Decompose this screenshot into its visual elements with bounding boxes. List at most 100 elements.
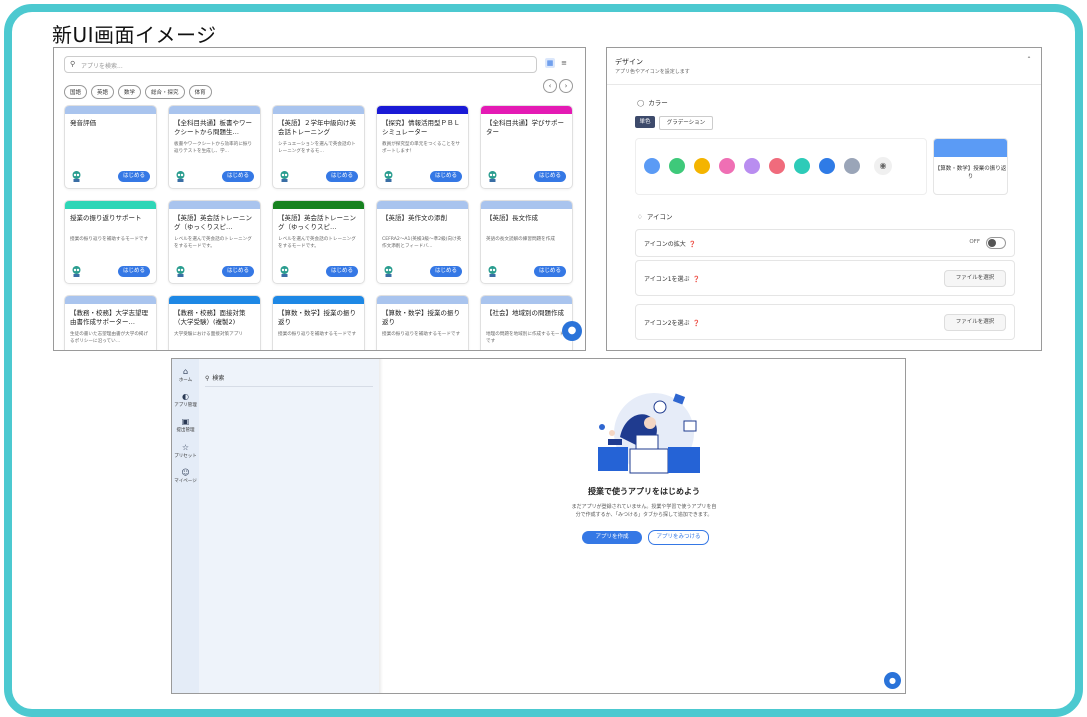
card-description: 教員が探究型の単元をつくることをサポートします！ — [382, 142, 461, 154]
card-color-bar — [377, 201, 468, 209]
search-input[interactable]: ⚲ アプリを検索... — [64, 56, 537, 73]
card-title: 【英語】英作文の添削 — [382, 214, 447, 222]
swatch-yellow[interactable] — [694, 158, 710, 174]
collapse-icon[interactable]: ˆ — [1027, 56, 1031, 65]
nav-home[interactable]: ⌂ ホーム — [172, 367, 199, 383]
find-app-button[interactable]: アプリをみつける — [648, 530, 709, 545]
robot-icon — [176, 171, 185, 182]
card-color-bar — [65, 201, 156, 209]
nav-preset[interactable]: ☆ プリセット — [172, 443, 199, 459]
app-list-screenshot: ⚲ アプリを検索... ▦ ≡ 国語 英語 数学 総合・探究 体育 ‹ › 発音評価はじ… — [53, 47, 586, 351]
prev-arrow-icon[interactable]: ‹ — [543, 79, 557, 93]
tab-single-color[interactable]: 単色 — [635, 116, 655, 128]
start-button[interactable]: はじめる — [118, 266, 150, 277]
swatch-green[interactable] — [669, 158, 685, 174]
app-card[interactable]: 【教務・校務】大学志望理由書作成サポーター… 生徒の書いた志望理由書が大学の掲げる… — [64, 295, 157, 350]
start-button[interactable]: はじめる — [534, 171, 566, 182]
icon2-file-button[interactable]: ファイルを選択 — [944, 314, 1006, 331]
chat-fab-icon[interactable]: ● — [884, 672, 901, 689]
panel-shadow — [379, 359, 383, 693]
chip-japanese[interactable]: 国語 — [64, 85, 88, 99]
color-swatch-panel: ◉ — [635, 138, 927, 195]
swatch-blue[interactable] — [644, 158, 660, 174]
card-description: シチュエーションを選んで英会話のトレーニングをするモ… — [278, 142, 356, 154]
card-title: 発音評価 — [70, 119, 96, 127]
icon1-file-button[interactable]: ファイルを選択 — [944, 270, 1006, 287]
tab-gradient[interactable]: グラデーション — [659, 116, 713, 130]
start-button[interactable]: はじめる — [118, 171, 150, 182]
card-description: 授業の振り返りを補助するモードです — [382, 332, 461, 337]
side-nav: ⌂ ホーム ◐ アプリ管理 ▣ 提出管理 ☆ プリセット ☺ マイページ — [172, 359, 199, 693]
grid-view-icon[interactable]: ▦ — [545, 58, 555, 68]
start-button[interactable]: はじめる — [430, 171, 462, 182]
icon1-row: アイコン1を選ぶ ❓ ファイルを選択 — [635, 260, 1015, 296]
nav-submission[interactable]: ▣ 提出管理 — [172, 417, 199, 433]
chat-fab-icon[interactable]: ● — [562, 321, 582, 341]
start-button[interactable]: はじめる — [430, 266, 462, 277]
app-card[interactable]: 【算数・数学】授業の振り返り授業の振り返りを補助するモードです — [376, 295, 469, 350]
swatch-dark-blue[interactable] — [819, 158, 835, 174]
card-color-bar — [273, 201, 364, 209]
app-card[interactable]: 【教務・校務】面接対策（大学受験）(複製2) 大学受験における面接対策アプリ — [168, 295, 261, 350]
icon2-row: アイコン2を選ぶ ❓ ファイルを選択 — [635, 304, 1015, 340]
app-card[interactable]: 【社会】地域別の問題作成地理の問題を地域別に作成するモードです — [480, 295, 573, 350]
color-preview-card: 【算数・数学】授業の振り返り — [933, 138, 1008, 195]
chip-english[interactable]: 英語 — [91, 85, 115, 99]
start-button[interactable]: はじめる — [326, 266, 358, 277]
card-title: 【算数・数学】授業の振り返り — [382, 309, 460, 326]
card-description: 授業の振り返りを補助するモードです — [70, 237, 149, 242]
design-settings-screenshot: デザイン アプリ色やアイコンを設定します ˆ ◯ カラー 単色 グラデーション ◉… — [606, 47, 1042, 351]
mypage-icon: ☺ — [181, 468, 190, 477]
list-view-icon[interactable]: ≡ — [559, 58, 569, 68]
app-card[interactable]: 【全科目共通】学びサポーター はじめる — [480, 105, 573, 189]
swatch-purple[interactable] — [744, 158, 760, 174]
swatch-red[interactable] — [769, 158, 785, 174]
icon-zoom-toggle[interactable] — [986, 237, 1006, 249]
panel-search[interactable]: ⚲ 検索 — [205, 373, 224, 382]
card-title: 【社会】地域別の問題作成 — [486, 309, 564, 317]
card-title: 【探究】情報活用型ＰＢＬシミュレーター — [382, 119, 460, 136]
card-description: 生徒の書いた志望理由書が大学の掲げるポリシーに沿ってい… — [70, 332, 149, 344]
card-color-bar — [169, 296, 260, 304]
app-card[interactable]: 【算数・数学】授業の振り返り 授業の振り返りを補助するモードです — [272, 295, 365, 350]
card-color-bar — [377, 106, 468, 114]
swatch-pink[interactable] — [719, 158, 735, 174]
divider — [607, 84, 1041, 85]
search-panel: ⚲ 検索 — [199, 359, 379, 693]
custom-color-icon[interactable]: ◉ — [874, 157, 892, 175]
app-card[interactable]: 授業の振り返りサポート 授業の振り返りを補助するモードです はじめる — [64, 200, 157, 284]
next-arrow-icon[interactable]: › — [559, 79, 573, 93]
card-description: 地理の問題を地域別に作成するモードです — [486, 332, 565, 344]
app-card[interactable]: 【英語】英会話トレーニング（ゆっくりスピ… レベルを選んで英会話のトレーニングをす… — [272, 200, 365, 284]
robot-icon — [72, 171, 81, 182]
app-card[interactable]: 【探究】情報活用型ＰＢＬシミュレーター教員が探究型の単元をつくることをサポートし… — [376, 105, 469, 189]
empty-state-illustration — [598, 393, 700, 474]
chip-math[interactable]: 数学 — [118, 85, 142, 99]
start-button[interactable]: はじめる — [534, 266, 566, 277]
app-card[interactable]: 【英語】長文作成 英語の長文読解の練習問題を作成 はじめる — [480, 200, 573, 284]
card-color-bar — [169, 201, 260, 209]
chip-pe[interactable]: 体育 — [188, 85, 212, 99]
preset-icon: ☆ — [181, 443, 190, 452]
swatch-gray[interactable] — [844, 158, 860, 174]
nav-mypage[interactable]: ☺ マイページ — [172, 468, 199, 484]
start-button[interactable]: はじめる — [326, 171, 358, 182]
card-description: 授業の振り返りを補助するモードです — [278, 332, 357, 337]
empty-description: まだアプリが登録されていません。授業や学習で使うアプリを自 分で作成するか、「み… — [571, 504, 717, 518]
swatch-teal[interactable] — [794, 158, 810, 174]
card-description: レベルを選んで英会話のトレーニングをするモードです。 — [278, 237, 356, 249]
create-app-button[interactable]: アプリを作成 — [582, 531, 642, 544]
home-empty-screenshot: ⌂ ホーム ◐ アプリ管理 ▣ 提出管理 ☆ プリセット ☺ マイページ ⚲ 検索 授業で使… — [171, 358, 906, 694]
chip-inquiry[interactable]: 総合・探究 — [145, 85, 185, 99]
app-card[interactable]: 【英語】英作文の添削 CEFRA2〜A1(英検3級〜準2級)向け英作文添削とフィー… — [376, 200, 469, 284]
nav-app-manage[interactable]: ◐ アプリ管理 — [172, 392, 199, 408]
app-card[interactable]: 【英語】２学年中級向け英会話トレーニング シチュエーションを選んで英会話のトレーニ… — [272, 105, 365, 189]
app-card[interactable]: 【全科目共通】板書やワークシートから問題生… 板書やワークシートから効率的に振り返… — [168, 105, 261, 189]
robot-icon — [384, 171, 393, 182]
card-description: CEFRA2〜A1(英検3級〜準2級)向け英作文添削とフィードバ… — [382, 237, 462, 249]
start-button[interactable]: はじめる — [222, 266, 254, 277]
card-description: 大学受験における面接対策アプリ — [174, 332, 243, 337]
start-button[interactable]: はじめる — [222, 171, 254, 182]
app-card[interactable]: 【英語】英会話トレーニング（ゆっくりスピ… レベルを選んで英会話のトレーニングをす… — [168, 200, 261, 284]
app-card[interactable]: 発音評価はじめる — [64, 105, 157, 189]
